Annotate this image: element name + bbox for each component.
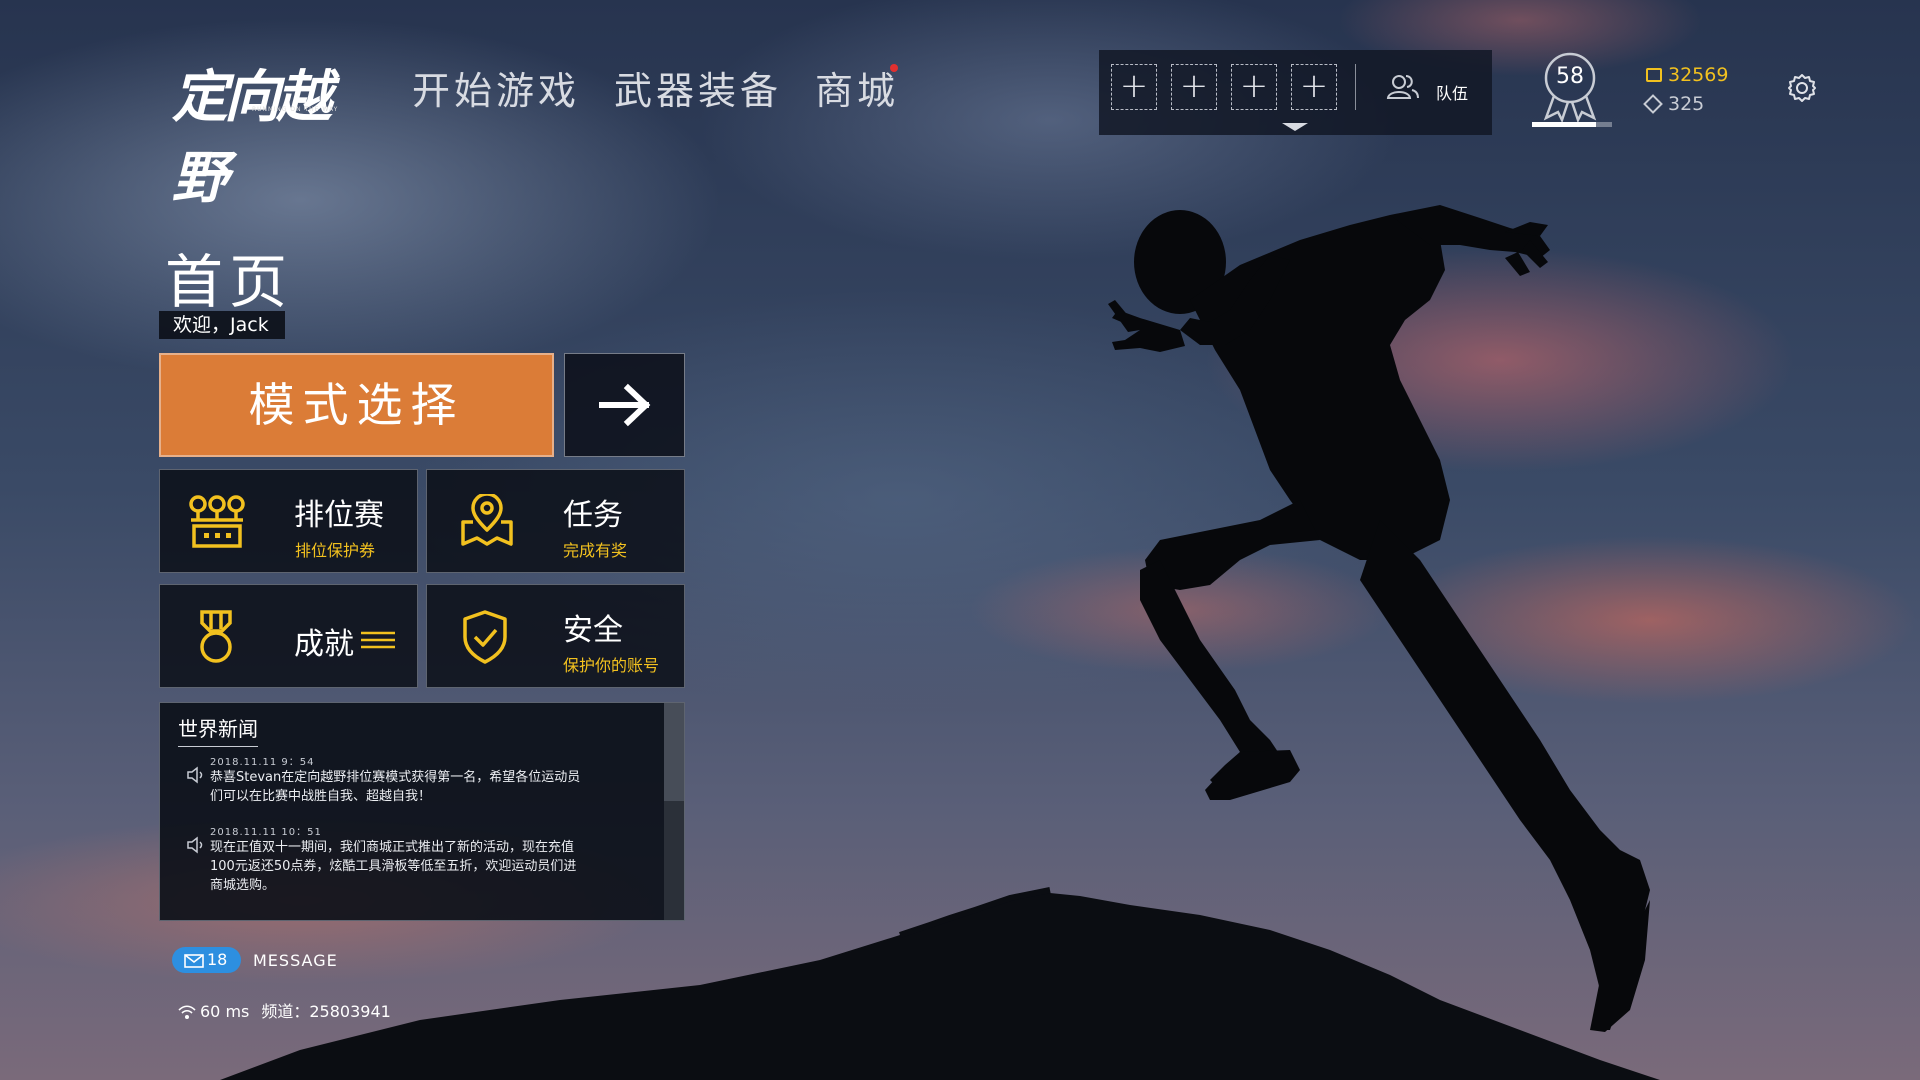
news-line: 100元返还50点券，炫酷工具滑板等低至五折，欢迎运动员们进 — [210, 859, 577, 874]
tile-achievements-title: 成就 — [294, 627, 354, 662]
tile-achievements[interactable]: 成就 — [159, 584, 418, 688]
news-title: 世界新闻 — [178, 713, 258, 747]
level-progress-fill — [1532, 122, 1596, 127]
news-date: 2018.11.11 10：51 — [210, 827, 322, 838]
silver-coin-icon — [1643, 94, 1663, 114]
medal-icon — [196, 609, 236, 669]
gear-icon[interactable] — [1786, 72, 1818, 108]
tile-ranked-title: 排位赛 — [294, 498, 384, 533]
ping-value: 60 ms — [200, 1002, 250, 1021]
channel-value: 频道：25803941 — [261, 1002, 391, 1021]
message-badge[interactable]: 18 — [172, 947, 241, 973]
speaker-icon — [186, 765, 206, 789]
wifi-icon — [178, 1004, 196, 1023]
level-badge[interactable]: 58 — [1532, 52, 1612, 132]
news-line: 现在正值双十一期间，我们商城正式推出了新的活动，现在充值 — [210, 840, 575, 855]
nav-start-game[interactable]: 开始游戏 — [412, 60, 580, 115]
nav-shop[interactable]: 商城 — [815, 60, 899, 115]
shop-notification-dot — [890, 64, 898, 72]
gold-currency: 32569 — [1646, 64, 1728, 86]
team-slot-4[interactable]: + — [1291, 64, 1337, 110]
mail-icon — [184, 953, 204, 972]
news-date: 2018.11.11 9：54 — [210, 757, 315, 768]
message-label[interactable]: MESSAGE — [253, 951, 338, 970]
tile-missions[interactable]: 任务 完成有奖 — [426, 469, 685, 573]
nav-weapons[interactable]: 武器装备 — [614, 60, 782, 115]
speaker-icon — [186, 835, 206, 859]
logo-subtitle: RUNNING ON THE WAY — [252, 106, 339, 113]
chevron-down-icon[interactable] — [1282, 123, 1308, 131]
team-divider — [1355, 64, 1356, 110]
logo-title: 定向越野 — [172, 65, 332, 211]
map-pin-icon — [459, 492, 515, 552]
silver-currency: 325 — [1643, 93, 1705, 115]
tile-missions-subtitle: 完成有奖 — [563, 541, 628, 560]
team-slot-2[interactable]: + — [1171, 64, 1217, 110]
shield-check-icon — [461, 609, 509, 669]
gold-coin-icon — [1646, 68, 1662, 82]
page-title: 首页 — [165, 248, 294, 316]
welcome-message: 欢迎，Jack — [159, 311, 285, 339]
tile-ranked-subtitle: 排位保护券 — [295, 541, 376, 560]
mode-select-button[interactable]: 模式选择 — [159, 353, 554, 457]
news-scrollbar-thumb[interactable] — [664, 703, 684, 801]
tile-ranked[interactable]: 排位赛 排位保护券 — [159, 469, 418, 573]
tile-missions-title: 任务 — [563, 498, 623, 533]
go-arrow-button[interactable] — [564, 353, 685, 457]
tile-security-subtitle: 保护你的账号 — [563, 656, 660, 675]
arrow-right-icon — [599, 383, 651, 427]
news-scrollbar[interactable] — [664, 703, 684, 920]
connection-status: 60 ms 频道：25803941 — [178, 998, 403, 1023]
silver-amount: 325 — [1668, 93, 1705, 115]
team-icon[interactable] — [1385, 72, 1421, 106]
team-slot-1[interactable]: + — [1111, 64, 1157, 110]
menu-lines-icon — [361, 630, 395, 654]
world-news-panel[interactable]: 世界新闻 2018.11.11 9：54 恭喜Stevan在定向越野排位赛模式获… — [159, 702, 685, 921]
news-line: 恭喜Stevan在定向越野排位赛模式获得第一名，希望各位运动员 — [210, 770, 581, 785]
tile-security-title: 安全 — [563, 613, 623, 648]
team-slot-3[interactable]: + — [1231, 64, 1277, 110]
tile-security[interactable]: 安全 保护你的账号 — [426, 584, 685, 688]
gold-amount: 32569 — [1668, 64, 1729, 86]
team-panel: + + + + 队伍 — [1099, 50, 1492, 135]
news-item-2[interactable]: 2018.11.11 10：51 现在正值双十一期间，我们商城正式推出了新的活动… — [186, 823, 638, 895]
game-logo: 定向越野 RUNNING ON THE WAY — [172, 52, 372, 211]
level-progress-bar — [1532, 122, 1612, 127]
player-level: 58 — [1556, 64, 1584, 89]
news-line: 们可以在比赛中战胜自我、超越自我！ — [210, 789, 432, 804]
message-count: 18 — [207, 950, 228, 969]
ranking-icon — [186, 494, 248, 554]
news-item-1[interactable]: 2018.11.11 9：54 恭喜Stevan在定向越野排位赛模式获得第一名，… — [186, 753, 638, 806]
news-line: 商城选购。 — [210, 878, 276, 893]
team-label[interactable]: 队伍 — [1436, 80, 1468, 104]
